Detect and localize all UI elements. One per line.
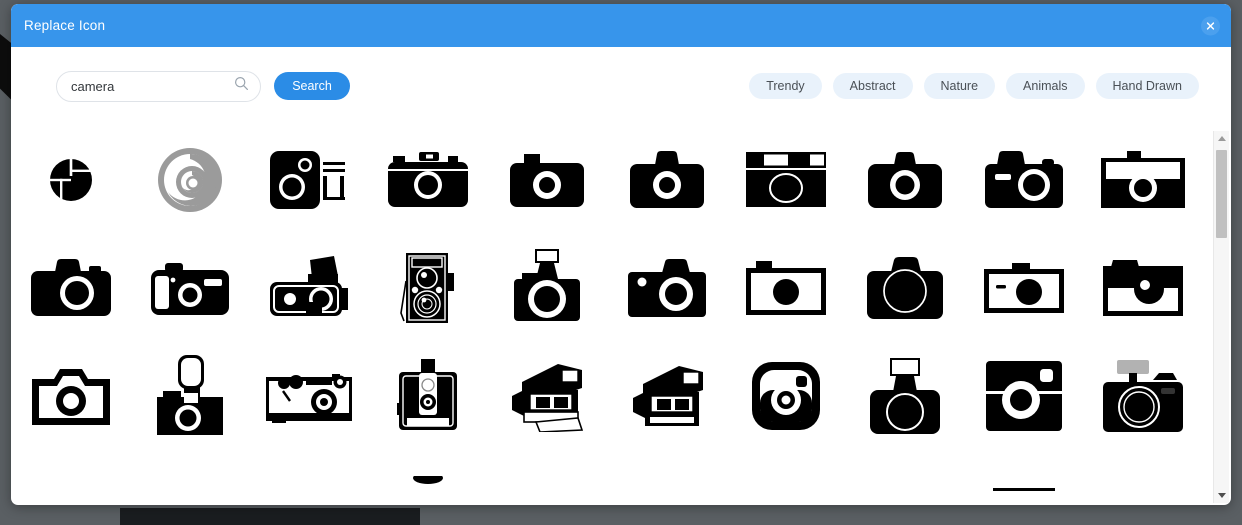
twin-lens-reflex-icon (400, 253, 455, 323)
camera-small-viewfinder-icon (510, 154, 585, 207)
icon-cell[interactable] (965, 461, 1084, 505)
icon-cell[interactable] (130, 245, 249, 331)
icon-cell[interactable] (607, 353, 726, 439)
search-box[interactable] (56, 70, 261, 102)
search-group: Search (56, 70, 350, 102)
scrollbar-track[interactable] (1214, 146, 1229, 488)
icon-cell[interactable] (369, 245, 488, 331)
icon-cell[interactable] (726, 461, 845, 505)
aperture-icon (49, 159, 92, 201)
icon-cell[interactable] (845, 245, 964, 331)
background-strip (120, 508, 420, 525)
icon-cell[interactable] (249, 245, 368, 331)
camera-solid-rounded-icon (629, 151, 704, 208)
camera-dslr-solid-icon (867, 152, 942, 208)
camera-outline-wide-icon (984, 263, 1065, 313)
replace-icon-dialog: Replace Icon camera Search Trendy Abstra… (11, 4, 1231, 505)
camera-large-flash-icon (156, 355, 223, 435)
icon-cell[interactable] (11, 353, 130, 439)
camera-rangefinder-outline-icon (745, 152, 826, 207)
icon-cell[interactable] (845, 353, 964, 439)
icon-cell[interactable] (11, 245, 130, 331)
retro-camera-band-icon (986, 361, 1063, 431)
icon-cell[interactable] (488, 245, 607, 331)
camera-with-flash-tall-icon (514, 249, 581, 321)
camera-flash-square-icon (869, 358, 940, 434)
camera-dslr-large-lens-icon (30, 259, 111, 316)
folding-camera-icon (397, 359, 458, 430)
icon-cell[interactable] (607, 461, 726, 505)
polaroid-printing-icon (512, 364, 584, 432)
medium-format-camera-icon (269, 256, 348, 316)
scrollbar-thumb[interactable] (1216, 150, 1227, 238)
search-button[interactable]: Search (274, 72, 350, 100)
close-icon (1206, 21, 1215, 30)
camera-wide-band-icon (1101, 151, 1186, 208)
icon-cell[interactable] (130, 137, 249, 223)
icon-cell[interactable] (607, 137, 726, 223)
compact-camera-icon (150, 263, 229, 315)
dialog-titlebar: Replace Icon (11, 4, 1231, 47)
icon-cell[interactable] (726, 137, 845, 223)
icon-cell[interactable] (130, 353, 249, 439)
icon-cell[interactable] (726, 353, 845, 439)
icon-cell[interactable] (369, 353, 488, 439)
icon-cell[interactable] (130, 461, 249, 505)
close-button[interactable] (1201, 16, 1220, 35)
camera-gray-flash-icon (1103, 360, 1184, 432)
camera-partial-top-icon (413, 476, 444, 484)
icon-cell[interactable] (369, 461, 488, 505)
scroll-down-button[interactable] (1214, 488, 1229, 503)
icon-cell[interactable] (249, 137, 368, 223)
search-input[interactable] (57, 71, 260, 101)
tag-trendy[interactable]: Trendy (749, 72, 822, 100)
dialog-title: Replace Icon (24, 18, 106, 33)
tag-animals[interactable]: Animals (1006, 72, 1085, 100)
icon-cell[interactable] (845, 461, 964, 505)
icon-cell[interactable] (726, 245, 845, 331)
icon-cell[interactable] (607, 245, 726, 331)
icon-cell[interactable] (369, 137, 488, 223)
polaroid-instant-icon (632, 366, 703, 426)
icon-cell[interactable] (965, 245, 1084, 331)
camera-slr-dot-icon (627, 259, 706, 317)
icon-cell[interactable] (249, 461, 368, 505)
vintage-rangefinder-icon (265, 374, 352, 423)
icon-cell[interactable] (488, 137, 607, 223)
tag-hand-drawn[interactable]: Hand Drawn (1095, 72, 1199, 100)
icon-cell[interactable] (845, 137, 964, 223)
scroll-up-button[interactable] (1214, 131, 1229, 146)
icon-cell[interactable] (965, 353, 1084, 439)
triangle-up-icon (1217, 136, 1226, 141)
icon-cell[interactable] (488, 461, 607, 505)
camera-half-tone-icon (1103, 260, 1184, 316)
camera-partial-line-icon (993, 488, 1056, 491)
classic-camera-flat-icon (388, 152, 469, 207)
box-camera-film-icon (269, 151, 345, 209)
lens-spiral-icon (157, 148, 222, 212)
category-tag-list: Trendy Abstract Nature Animals Hand Draw… (749, 72, 1199, 100)
icon-cell[interactable] (488, 353, 607, 439)
icon-grid (11, 125, 1203, 505)
camera-outline-thick-icon (31, 369, 110, 425)
icon-results-area (11, 125, 1231, 505)
icon-cell[interactable] (249, 353, 368, 439)
icon-cell[interactable] (965, 137, 1084, 223)
triangle-down-icon (1217, 493, 1226, 498)
screen: Replace Icon camera Search Trendy Abstra… (0, 0, 1242, 525)
tag-nature[interactable]: Nature (923, 72, 996, 100)
icon-cell[interactable] (1084, 353, 1203, 439)
tag-abstract[interactable]: Abstract (832, 72, 913, 100)
camera-outline-box-icon (745, 261, 826, 315)
icon-cell[interactable] (11, 137, 130, 223)
results-scrollbar[interactable] (1213, 131, 1229, 503)
icon-cell[interactable] (1084, 137, 1203, 223)
icon-cell[interactable] (11, 461, 130, 505)
instagram-style-camera-icon (751, 362, 820, 430)
camera-with-grip-icon (985, 151, 1064, 208)
camera-big-round-lens-icon (866, 257, 943, 319)
search-toolbar: Search Trendy Abstract Nature Animals Ha… (11, 47, 1231, 125)
icon-cell[interactable] (1084, 245, 1203, 331)
